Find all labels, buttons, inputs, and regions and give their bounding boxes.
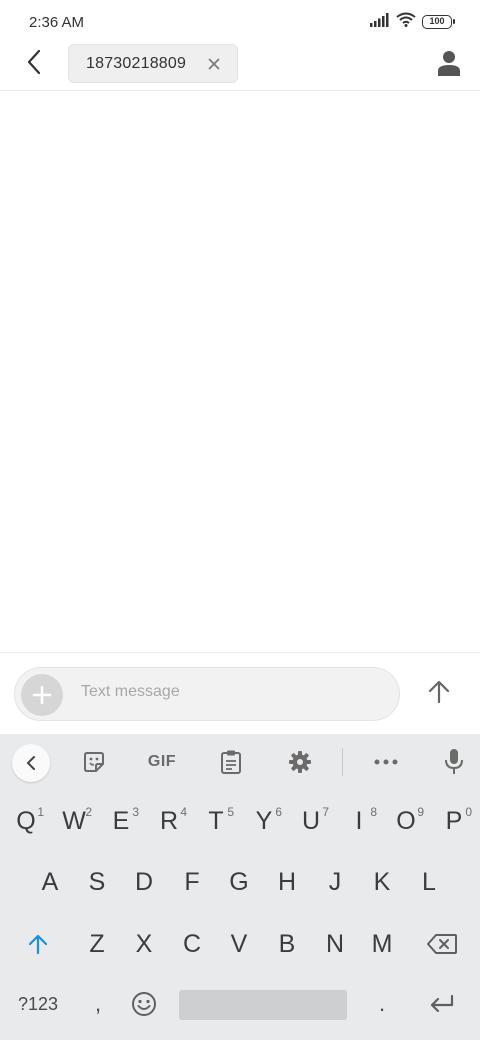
key-y[interactable]: Y6 <box>244 793 284 849</box>
arrow-up-icon <box>428 680 450 704</box>
clipboard-button[interactable] <box>213 744 249 780</box>
shift-key[interactable] <box>16 916 60 972</box>
symbols-key[interactable]: ?123 <box>12 976 64 1032</box>
spacebar[interactable] <box>179 990 347 1020</box>
key-label: T <box>208 806 224 835</box>
gear-icon <box>289 751 311 773</box>
key-label: R <box>159 806 179 835</box>
signal-icon <box>370 12 390 32</box>
key-x[interactable]: X <box>124 916 164 972</box>
chevron-left-icon <box>27 756 35 770</box>
keyboard: G I F Q 1 W 2 E 3 R 4 T 5 Y 6 U 7 I 8 O 9 … <box>0 734 480 1040</box>
attach-button[interactable] <box>21 674 63 716</box>
key-hint: 2 <box>85 805 92 819</box>
key-hint: 6 <box>275 805 282 819</box>
key-hint: 4 <box>180 805 187 819</box>
key-i[interactable]: I8 <box>339 793 379 849</box>
send-button[interactable] <box>424 677 454 707</box>
key-f[interactable]: F <box>172 854 212 910</box>
key-v[interactable]: V <box>219 916 259 972</box>
comma-key[interactable]: , <box>80 976 116 1032</box>
more-horizontal-icon <box>374 759 398 765</box>
key-label: I <box>355 806 363 835</box>
settings-button[interactable] <box>282 744 318 780</box>
key-label: O <box>396 806 416 835</box>
remove-recipient-button[interactable] <box>206 56 222 72</box>
key-h[interactable]: H <box>267 854 307 910</box>
sticker-button[interactable] <box>76 744 112 780</box>
period-key[interactable]: . <box>364 976 400 1032</box>
key-hint: 3 <box>132 805 139 819</box>
key-label: U <box>301 806 321 835</box>
backspace-key[interactable] <box>418 916 466 972</box>
conversation-header: 18730218809 <box>0 44 480 91</box>
more-button[interactable] <box>368 744 404 780</box>
key-p[interactable]: P0 <box>434 793 474 849</box>
key-hint: 7 <box>322 805 329 819</box>
plus-icon <box>32 685 52 705</box>
toolbar-divider <box>342 748 343 776</box>
enter-icon <box>430 994 454 1013</box>
back-arrow-icon <box>26 49 42 80</box>
message-input[interactable]: Text message <box>14 667 400 721</box>
key-t[interactable]: T5 <box>196 793 236 849</box>
back-button[interactable] <box>20 49 48 80</box>
key-w[interactable]: W2 <box>54 793 94 849</box>
key-s[interactable]: S <box>77 854 117 910</box>
shift-arrow-icon <box>28 934 48 955</box>
key-hint: 0 <box>465 805 472 819</box>
key-q[interactable]: Q1 <box>6 793 46 849</box>
key-label: Q <box>16 806 36 835</box>
emoji-key[interactable] <box>126 976 162 1032</box>
key-b[interactable]: B <box>267 916 307 972</box>
key-j[interactable]: J <box>315 854 355 910</box>
key-hint: 1 <box>37 805 44 819</box>
compose-bar: Text message <box>0 652 480 734</box>
key-g[interactable]: G <box>219 854 259 910</box>
contact-button[interactable] <box>438 50 464 78</box>
key-o[interactable]: O9 <box>386 793 426 849</box>
battery-icon: 100 <box>422 15 455 29</box>
backspace-icon <box>427 934 457 954</box>
key-hint: 9 <box>417 805 424 819</box>
key-hint: 8 <box>370 805 377 819</box>
clipboard-icon <box>221 750 241 774</box>
enter-key[interactable] <box>420 976 464 1032</box>
key-d[interactable]: D <box>124 854 164 910</box>
keyboard-collapse-button[interactable] <box>12 744 50 782</box>
key-label: P <box>445 806 463 835</box>
emoji-icon <box>132 992 156 1016</box>
gif-button[interactable]: GIF <box>142 744 182 780</box>
keyboard-toolbar: GIF <box>0 734 480 790</box>
recipient-number: 18730218809 <box>86 55 187 72</box>
key-z[interactable]: Z <box>77 916 117 972</box>
person-icon <box>438 51 460 76</box>
key-k[interactable]: K <box>362 854 402 910</box>
key-a[interactable]: A <box>30 854 70 910</box>
key-n[interactable]: N <box>315 916 355 972</box>
key-m[interactable]: M <box>362 916 402 972</box>
key-l[interactable]: L <box>409 854 449 910</box>
sticker-icon <box>84 752 104 772</box>
key-r[interactable]: R4 <box>149 793 189 849</box>
microphone-icon <box>445 749 463 774</box>
status-time: 2:36 AM <box>29 14 85 31</box>
key-e[interactable]: E3 <box>101 793 141 849</box>
close-icon <box>208 58 220 70</box>
key-label: W <box>62 806 86 835</box>
status-icons: 100 <box>370 12 455 32</box>
gif-label: GIF <box>147 753 177 770</box>
key-u[interactable]: U7 <box>291 793 331 849</box>
key-label: Y <box>255 806 273 835</box>
wifi-icon <box>396 12 416 32</box>
key-hint: 5 <box>227 805 234 819</box>
message-placeholder: Text message <box>81 683 180 700</box>
status-bar: 2:36 AM 100 <box>0 0 480 44</box>
key-c[interactable]: C <box>172 916 212 972</box>
voice-input-button[interactable] <box>436 744 472 780</box>
recipient-chip[interactable]: 18730218809 <box>68 44 238 83</box>
key-label: E <box>112 806 130 835</box>
